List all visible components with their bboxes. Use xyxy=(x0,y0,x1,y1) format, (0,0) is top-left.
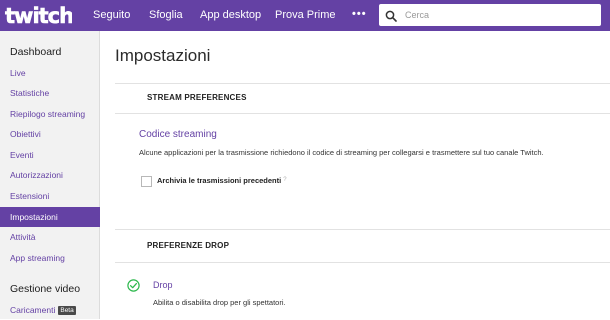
sidebar-heading-dashboard: Dashboard xyxy=(10,46,62,58)
divider xyxy=(115,83,610,84)
search-input[interactable] xyxy=(405,7,595,23)
archive-broadcasts-checkbox[interactable] xyxy=(141,176,152,187)
page-title: Impostazioni xyxy=(115,46,211,65)
divider xyxy=(115,262,610,263)
sidebar-item-obiettivi[interactable]: Obiettivi xyxy=(0,124,100,144)
sidebar: Dashboard Live Statistiche Riepilogo str… xyxy=(0,31,100,319)
sidebar-item-estensioni[interactable]: Estensioni xyxy=(0,186,100,206)
stream-key-description: Alcune applicazioni per la trasmissione … xyxy=(139,148,544,157)
more-menu-icon[interactable]: ••• xyxy=(352,8,367,20)
sidebar-item-app-streaming[interactable]: App streaming xyxy=(0,248,100,268)
svg-text:twitch: twitch xyxy=(5,4,72,28)
nav-app-desktop[interactable]: App desktop xyxy=(200,9,261,22)
sidebar-item-statistiche[interactable]: Statistiche xyxy=(0,83,100,103)
nav-seguito[interactable]: Seguito xyxy=(93,9,130,22)
beta-badge: Beta xyxy=(58,306,76,315)
divider xyxy=(115,113,610,114)
sidebar-item-eventi[interactable]: Eventi xyxy=(0,145,100,165)
section-heading-stream-preferences: STREAM PREFERENCES xyxy=(147,93,247,102)
help-icon[interactable]: ? xyxy=(283,177,286,183)
divider xyxy=(115,229,610,230)
top-navigation-bar: twitch Seguito Sfoglia App desktop Prova… xyxy=(0,0,610,31)
sidebar-heading-gestione-video: Gestione video xyxy=(10,283,81,295)
archive-broadcasts-label: Archivia le trasmissioni precedenti? xyxy=(157,176,287,185)
archive-label-text: Archivia le trasmissioni precedenti xyxy=(157,176,282,185)
stream-key-link[interactable]: Codice streaming xyxy=(139,129,217,140)
search-icon[interactable] xyxy=(385,9,397,22)
section-heading-preferenze-drop: PREFERENZE DROP xyxy=(147,241,230,250)
sidebar-item-label: Caricamenti xyxy=(10,305,56,315)
search-box xyxy=(379,4,601,26)
drop-link[interactable]: Drop xyxy=(153,280,173,290)
twitch-logo[interactable]: twitch xyxy=(4,2,72,28)
sidebar-item-caricamenti[interactable]: Caricamenti Beta xyxy=(0,300,100,320)
sidebar-item-riepilogo-streaming[interactable]: Riepilogo streaming xyxy=(0,104,100,124)
check-circle-icon[interactable] xyxy=(127,279,140,292)
sidebar-item-impostazioni[interactable]: Impostazioni xyxy=(0,207,100,227)
nav-prova-prime[interactable]: Prova Prime xyxy=(275,9,336,22)
sidebar-item-autorizzazioni[interactable]: Autorizzazioni xyxy=(0,165,100,185)
drop-description: Abilita o disabilita drop per gli spetta… xyxy=(153,298,286,307)
sidebar-item-attivita[interactable]: Attività xyxy=(0,227,100,247)
settings-content: Impostazioni STREAM PREFERENCES Codice s… xyxy=(100,31,610,319)
sidebar-item-live[interactable]: Live xyxy=(0,63,100,83)
nav-sfoglia[interactable]: Sfoglia xyxy=(149,9,183,22)
